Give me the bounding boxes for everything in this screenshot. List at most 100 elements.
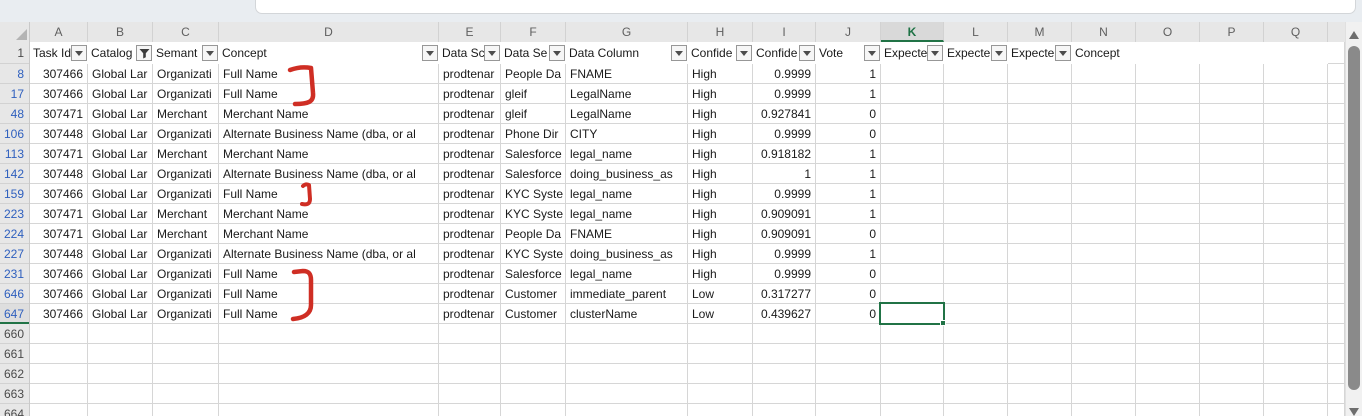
cell-N142[interactable] (1072, 164, 1136, 184)
cell-I106[interactable]: 0.9999 (753, 124, 816, 144)
cell-C223[interactable]: Merchant (153, 204, 219, 224)
header-cell-B1[interactable]: Catalog (88, 42, 153, 64)
cell-L159[interactable] (944, 184, 1008, 204)
cell-I142[interactable]: 1 (753, 164, 816, 184)
cell-M224[interactable] (1008, 224, 1072, 244)
cell-E664[interactable] (439, 404, 501, 416)
cell-L113[interactable] (944, 144, 1008, 164)
cell-B663[interactable] (88, 384, 153, 404)
cell-K647[interactable] (881, 304, 944, 324)
cell-N661[interactable] (1072, 344, 1136, 364)
filter-button-D[interactable] (422, 45, 438, 61)
cell-O8[interactable] (1136, 64, 1200, 84)
cell-G142[interactable]: doing_business_as (566, 164, 688, 184)
cell-N660[interactable] (1072, 324, 1136, 344)
cell-O647[interactable] (1136, 304, 1200, 324)
filter-button-I[interactable] (799, 45, 815, 61)
cell-F48[interactable]: gleif (501, 104, 566, 124)
cell-E224[interactable]: prodtenar (439, 224, 501, 244)
column-header-I[interactable]: I (753, 22, 816, 42)
cell-L48[interactable] (944, 104, 1008, 124)
formula-bar[interactable] (255, 0, 1356, 14)
cell-B661[interactable] (88, 344, 153, 364)
cell-I647[interactable]: 0.439627 (753, 304, 816, 324)
cell-O646[interactable] (1136, 284, 1200, 304)
cell-H113[interactable]: High (688, 144, 753, 164)
cell-P646[interactable] (1200, 284, 1264, 304)
cell-J646[interactable]: 0 (816, 284, 881, 304)
cell-Q159[interactable] (1264, 184, 1328, 204)
cell-D646[interactable]: Full Name (219, 284, 439, 304)
cell-A142[interactable]: 307448 (30, 164, 88, 184)
cell-A17[interactable]: 307466 (30, 84, 88, 104)
cell-M664[interactable] (1008, 404, 1072, 416)
cell-E663[interactable] (439, 384, 501, 404)
cell-O223[interactable] (1136, 204, 1200, 224)
cell-B646[interactable]: Global Lar (88, 284, 153, 304)
cell-L142[interactable] (944, 164, 1008, 184)
cell-C662[interactable] (153, 364, 219, 384)
cell-B660[interactable] (88, 324, 153, 344)
cell-C646[interactable]: Organizati (153, 284, 219, 304)
cell-H231[interactable]: High (688, 264, 753, 284)
cell-P664[interactable] (1200, 404, 1264, 416)
header-cell-G1[interactable]: Data Column (566, 42, 688, 64)
cell-I663[interactable] (753, 384, 816, 404)
row-header-227[interactable]: 227 (0, 244, 29, 264)
cell-F660[interactable] (501, 324, 566, 344)
cell-C224[interactable]: Merchant (153, 224, 219, 244)
cell-G664[interactable] (566, 404, 688, 416)
filter-button-C[interactable] (202, 45, 218, 61)
header-cell-E1[interactable]: Data Sc (439, 42, 501, 64)
column-header-E[interactable]: E (439, 22, 501, 42)
cell-K142[interactable] (881, 164, 944, 184)
cell-N646[interactable] (1072, 284, 1136, 304)
header-cell-D1[interactable]: Concept (219, 42, 439, 64)
cell-E227[interactable]: prodtenar (439, 244, 501, 264)
filter-button-G[interactable] (671, 45, 687, 61)
scroll-down-icon[interactable] (1349, 408, 1359, 416)
cell-A661[interactable] (30, 344, 88, 364)
column-header-O[interactable]: O (1136, 22, 1200, 42)
cell-F647[interactable]: Customer (501, 304, 566, 324)
column-header-M[interactable]: M (1008, 22, 1072, 42)
cell-N663[interactable] (1072, 384, 1136, 404)
cell-J159[interactable]: 1 (816, 184, 881, 204)
cell-J662[interactable] (816, 364, 881, 384)
cell-B113[interactable]: Global Lar (88, 144, 153, 164)
cell-E647[interactable]: prodtenar (439, 304, 501, 324)
row-header-224[interactable]: 224 (0, 224, 29, 244)
cell-L227[interactable] (944, 244, 1008, 264)
cell-A227[interactable]: 307448 (30, 244, 88, 264)
cell-Q8[interactable] (1264, 64, 1328, 84)
cell-A113[interactable]: 307471 (30, 144, 88, 164)
row-header-223[interactable]: 223 (0, 204, 29, 224)
cell-G223[interactable]: legal_name (566, 204, 688, 224)
cell-Q231[interactable] (1264, 264, 1328, 284)
cell-P227[interactable] (1200, 244, 1264, 264)
cell-K664[interactable] (881, 404, 944, 416)
header-cell-O1[interactable] (1136, 42, 1200, 64)
cell-I224[interactable]: 0.909091 (753, 224, 816, 244)
cell-O159[interactable] (1136, 184, 1200, 204)
cell-G227[interactable]: doing_business_as (566, 244, 688, 264)
cell-D231[interactable]: Full Name (219, 264, 439, 284)
row-header-647[interactable]: 647 (0, 304, 29, 324)
cell-O48[interactable] (1136, 104, 1200, 124)
cell-D661[interactable] (219, 344, 439, 364)
cell-A662[interactable] (30, 364, 88, 384)
column-header-D[interactable]: D (219, 22, 439, 42)
cell-D113[interactable]: Merchant Name (219, 144, 439, 164)
cell-L8[interactable] (944, 64, 1008, 84)
cell-M663[interactable] (1008, 384, 1072, 404)
cell-F106[interactable]: Phone Dir (501, 124, 566, 144)
cell-D8[interactable]: Full Name (219, 64, 439, 84)
cell-K227[interactable] (881, 244, 944, 264)
cell-K159[interactable] (881, 184, 944, 204)
cell-J142[interactable]: 1 (816, 164, 881, 184)
header-cell-A1[interactable]: Task Id (30, 42, 88, 64)
row-header-17[interactable]: 17 (0, 84, 29, 104)
column-header-C[interactable]: C (153, 22, 219, 42)
cell-J227[interactable]: 1 (816, 244, 881, 264)
cell-E159[interactable]: prodtenar (439, 184, 501, 204)
